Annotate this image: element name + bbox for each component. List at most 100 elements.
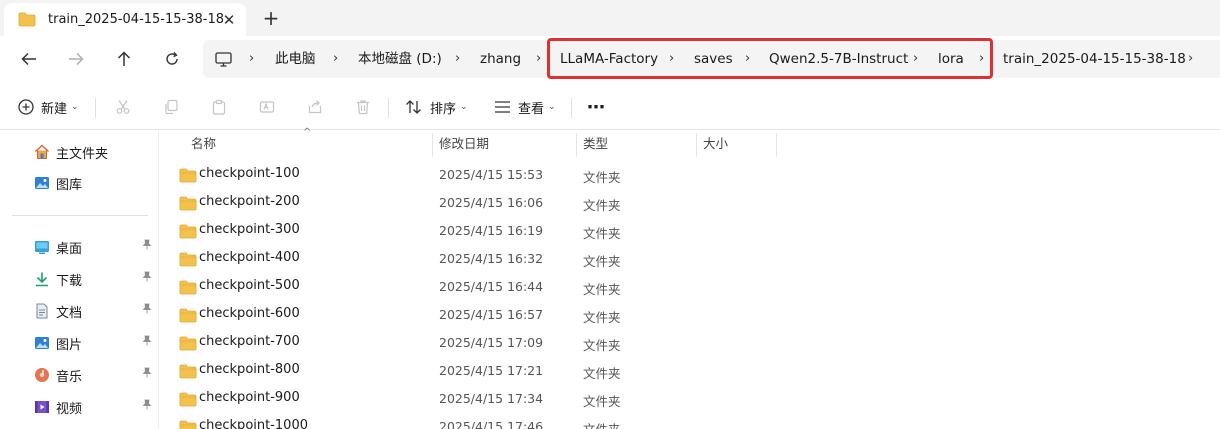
- back-button[interactable]: [14, 46, 44, 72]
- sidebar-item-gallery[interactable]: 图库: [0, 169, 159, 197]
- table-row[interactable]: checkpoint-100 2025/4/15 15:53 文件夹: [160, 161, 1220, 189]
- delete-icon[interactable]: [353, 97, 373, 117]
- sidebar-item-music[interactable]: 音乐: [0, 361, 159, 389]
- command-bar: 新建 ⌄ 排序 ⌄ 查看 ⌄ ⋯: [0, 84, 1220, 130]
- pin-icon[interactable]: [142, 399, 152, 413]
- breadcrumb-item[interactable]: 此电脑: [275, 40, 316, 78]
- copy-icon[interactable]: [161, 97, 181, 117]
- sidebar-item-pictures[interactable]: 图片: [0, 329, 159, 357]
- close-icon[interactable]: ✕: [220, 11, 238, 29]
- table-row[interactable]: checkpoint-400 2025/4/15 16:32 文件夹: [160, 245, 1220, 273]
- sort-icon: [406, 100, 421, 114]
- table-row[interactable]: checkpoint-700 2025/4/15 17:09 文件夹: [160, 329, 1220, 357]
- pin-icon[interactable]: [142, 303, 152, 317]
- computer-icon[interactable]: [215, 40, 232, 78]
- table-row[interactable]: checkpoint-1000 2025/4/15 17:46 文件夹: [160, 413, 1220, 429]
- file-name[interactable]: checkpoint-400: [199, 250, 300, 265]
- file-name[interactable]: checkpoint-100: [199, 166, 300, 181]
- breadcrumb-item[interactable]: 本地磁盘 (D:): [358, 40, 442, 78]
- home-icon: [35, 144, 49, 159]
- breadcrumb-item[interactable]: zhang: [480, 40, 521, 78]
- column-header-type[interactable]: 类型: [583, 131, 608, 157]
- table-row[interactable]: checkpoint-200 2025/4/15 16:06 文件夹: [160, 189, 1220, 217]
- table-row[interactable]: checkpoint-300 2025/4/15 16:19 文件夹: [160, 217, 1220, 245]
- column-divider[interactable]: [432, 133, 433, 157]
- file-name[interactable]: checkpoint-300: [199, 222, 300, 237]
- rename-icon[interactable]: [257, 97, 277, 117]
- column-header-name[interactable]: 名称: [191, 131, 216, 157]
- column-divider[interactable]: [576, 133, 577, 157]
- folder-icon: [179, 168, 197, 187]
- folder-icon: [179, 280, 197, 299]
- file-name[interactable]: checkpoint-500: [199, 278, 300, 293]
- pin-icon[interactable]: [142, 239, 152, 253]
- file-type: 文件夹: [583, 338, 621, 353]
- view-button[interactable]: 查看 ⌄: [494, 94, 556, 120]
- chevron-down-icon: ⌄: [460, 102, 468, 112]
- sidebar-item-desktop[interactable]: 桌面: [0, 233, 159, 261]
- column-divider[interactable]: [776, 133, 777, 157]
- sidebar-item-documents[interactable]: 文档: [0, 297, 159, 325]
- divider: [571, 98, 572, 118]
- sidebar-item-videos[interactable]: 视频: [0, 393, 159, 421]
- chevron-down-icon: ⌄: [548, 102, 556, 112]
- breadcrumb-chevron-icon[interactable]: ›: [455, 40, 460, 78]
- table-row[interactable]: checkpoint-800 2025/4/15 17:21 文件夹: [160, 357, 1220, 385]
- folder-icon: [179, 420, 197, 429]
- folder-icon: [18, 12, 36, 31]
- file-name[interactable]: checkpoint-200: [199, 194, 300, 209]
- breadcrumb-chevron-icon[interactable]: ›: [249, 40, 254, 78]
- file-type: 文件夹: [583, 198, 621, 213]
- column-header-size[interactable]: 大小: [703, 131, 728, 157]
- file-date: 2025/4/15 16:06: [439, 195, 544, 210]
- gallery-icon: [35, 177, 49, 189]
- sidebar-item-label: 图片: [56, 338, 83, 353]
- pin-icon[interactable]: [142, 335, 152, 349]
- table-row[interactable]: checkpoint-600 2025/4/15 16:57 文件夹: [160, 301, 1220, 329]
- file-date: 2025/4/15 16:32: [439, 251, 544, 266]
- folder-icon: [179, 364, 197, 383]
- paste-icon[interactable]: [209, 97, 229, 117]
- file-date: 2025/4/15 17:09: [439, 335, 544, 350]
- tab-active[interactable]: train_2025-04-15-15-38-18 ✕: [4, 3, 246, 36]
- table-row[interactable]: checkpoint-900 2025/4/15 17:34 文件夹: [160, 385, 1220, 413]
- view-label: 查看: [518, 101, 545, 117]
- file-name[interactable]: checkpoint-700: [199, 334, 300, 349]
- sidebar-item-label: 图库: [56, 178, 83, 193]
- file-name[interactable]: checkpoint-600: [199, 306, 300, 321]
- column-divider[interactable]: [696, 133, 697, 157]
- highlight-annotation: [547, 38, 993, 79]
- share-icon[interactable]: [305, 97, 325, 117]
- tab-title: train_2025-04-15-15-38-18: [48, 12, 225, 27]
- cut-icon[interactable]: [113, 97, 133, 117]
- file-date: 2025/4/15 16:57: [439, 307, 544, 322]
- more-options-icon[interactable]: ⋯: [587, 94, 606, 120]
- breadcrumb-chevron-icon[interactable]: ›: [333, 40, 338, 78]
- up-arrow-icon: [117, 51, 131, 66]
- column-header-date[interactable]: 修改日期: [439, 131, 489, 157]
- file-name[interactable]: checkpoint-1000: [199, 418, 308, 429]
- file-date: 2025/4/15 17:34: [439, 391, 544, 406]
- new-button[interactable]: 新建 ⌄: [18, 94, 79, 120]
- file-date: 2025/4/15 16:19: [439, 223, 544, 238]
- table-row[interactable]: checkpoint-500 2025/4/15 16:44 文件夹: [160, 273, 1220, 301]
- sort-button[interactable]: 排序 ⌄: [405, 94, 468, 120]
- sidebar-item-label: 文档: [56, 306, 83, 321]
- forward-button[interactable]: [61, 46, 91, 72]
- breadcrumb-item[interactable]: train_2025-04-15-15-38-18: [1003, 40, 1186, 78]
- refresh-icon: [166, 52, 178, 65]
- sidebar-item-home[interactable]: 主文件夹: [0, 138, 159, 166]
- sort-ascending-icon: ^: [303, 127, 312, 138]
- up-button[interactable]: [109, 46, 139, 72]
- file-name[interactable]: checkpoint-800: [199, 362, 300, 377]
- breadcrumb-chevron-icon[interactable]: ›: [536, 40, 541, 78]
- pin-icon[interactable]: [142, 271, 152, 285]
- breadcrumb-chevron-icon[interactable]: ›: [1188, 40, 1193, 78]
- file-name[interactable]: checkpoint-900: [199, 390, 300, 405]
- new-tab-button[interactable]: +: [258, 6, 284, 32]
- file-type: 文件夹: [583, 310, 621, 325]
- sidebar-item-downloads[interactable]: 下载: [0, 265, 159, 293]
- refresh-button[interactable]: [157, 46, 187, 72]
- pin-icon[interactable]: [142, 367, 152, 381]
- file-type: 文件夹: [583, 394, 621, 409]
